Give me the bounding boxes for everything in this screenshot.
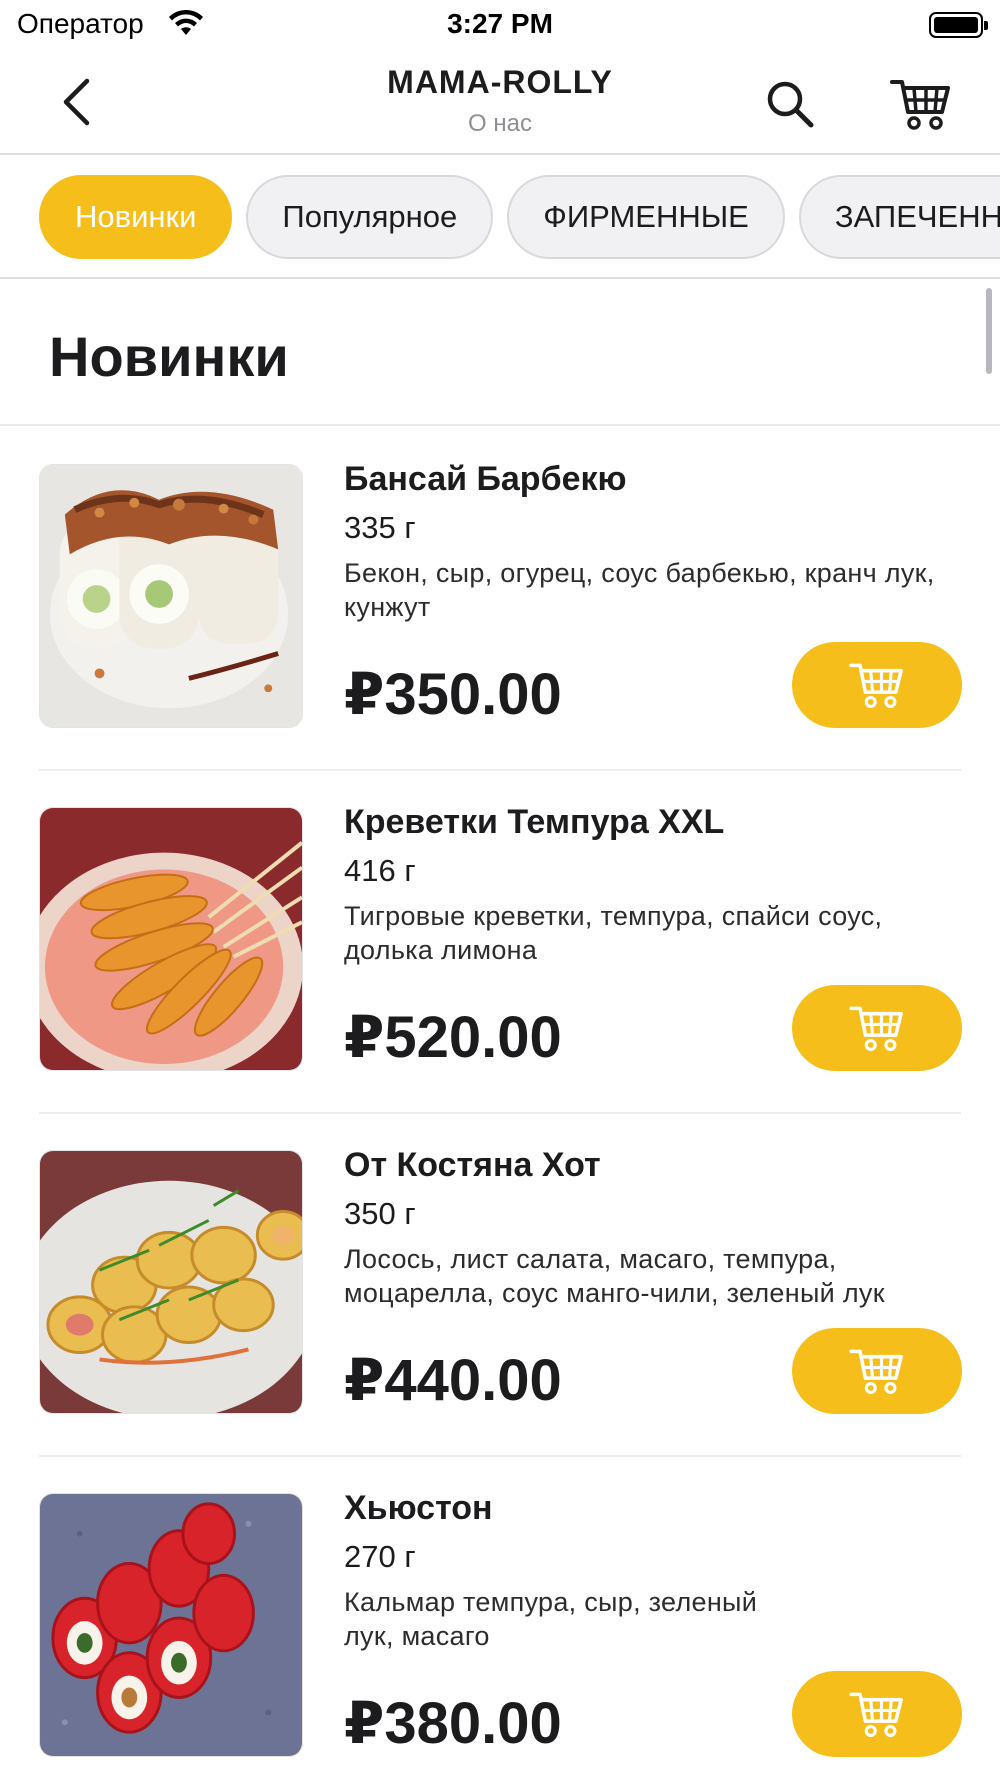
add-to-cart-button[interactable] <box>792 1671 962 1757</box>
add-to-cart-button[interactable] <box>792 1328 962 1414</box>
section-title: Новинки <box>49 325 289 388</box>
product-image[interactable] <box>39 807 303 1071</box>
product-weight: 416 г <box>344 853 416 888</box>
shrimp-photo-icon <box>40 808 302 1070</box>
category-chips: Новинки Популярное ФИРМЕННЫЕ ЗАПЕЧЕННЫЕ <box>39 175 1000 259</box>
category-bar: Новинки Популярное ФИРМЕННЫЕ ЗАПЕЧЕННЫЕ <box>0 157 1000 279</box>
product-card[interactable]: Бансай Барбекю 335 г Бекон, сыр, огурец,… <box>0 428 1000 771</box>
cart-icon <box>849 1349 903 1394</box>
navigation-bar: MAMA-ROLLY О нас <box>0 52 1000 155</box>
hot-roll-photo-icon <box>40 1151 302 1413</box>
about-link[interactable]: О нас <box>0 110 1000 138</box>
product-price: ₽520.00 <box>344 1005 562 1070</box>
cart-icon <box>849 1692 903 1737</box>
product-description: Бекон, сыр, огурец, соус барбекью, кранч… <box>344 558 935 622</box>
cart-icon <box>849 1006 903 1051</box>
product-card[interactable]: От Костяна Хот 350 г Лосось, лист салата… <box>0 1114 1000 1457</box>
product-name: Хьюстон <box>344 1489 493 1527</box>
masago-roll-photo-icon <box>40 1494 302 1756</box>
cart-button[interactable] <box>888 72 954 136</box>
category-chip-baked[interactable]: ЗАПЕЧЕННЫЕ <box>798 175 1000 259</box>
product-card[interactable]: Креветки Темпура XXL 416 г Тигровые крев… <box>0 771 1000 1114</box>
add-to-cart-button[interactable] <box>792 985 962 1071</box>
search-icon <box>767 81 814 128</box>
product-image[interactable] <box>39 464 303 728</box>
product-name: От Костяна Хот <box>344 1146 601 1184</box>
product-name: Креветки Темпура XXL <box>344 803 725 841</box>
product-image[interactable] <box>39 1493 303 1757</box>
section-header: Новинки <box>0 280 1000 426</box>
category-chip-new[interactable]: Новинки <box>39 175 233 259</box>
status-bar: Оператор 3:27 PM <box>0 0 1000 52</box>
scroll-indicator[interactable] <box>986 288 992 374</box>
product-description: Кальмар темпура, сыр, зеленый лук, масаг… <box>344 1587 758 1651</box>
product-card[interactable]: Хьюстон 270 г Кальмар темпура, сыр, зеле… <box>0 1457 1000 1778</box>
product-name: Бансай Барбекю <box>344 460 627 498</box>
cart-icon <box>890 80 950 130</box>
battery-icon <box>929 12 988 38</box>
product-image[interactable] <box>39 1150 303 1414</box>
product-list: Бансай Барбекю 335 г Бекон, сыр, огурец,… <box>0 428 1000 1778</box>
add-to-cart-button[interactable] <box>792 642 962 728</box>
category-chip-popular[interactable]: Популярное <box>246 175 494 259</box>
roll-photo-icon <box>40 465 302 727</box>
product-weight: 270 г <box>344 1539 416 1574</box>
product-description: Тигровые креветки, темпура, спайси соус,… <box>344 901 883 965</box>
search-button[interactable] <box>762 76 818 132</box>
category-chip-signature[interactable]: ФИРМЕННЫЕ <box>507 175 785 259</box>
product-price: ₽380.00 <box>344 1691 562 1756</box>
cart-icon <box>849 663 903 708</box>
clock: 3:27 PM <box>447 8 553 39</box>
product-weight: 335 г <box>344 510 416 545</box>
product-price: ₽350.00 <box>344 662 562 727</box>
product-weight: 350 г <box>344 1196 416 1231</box>
product-description: Лосось, лист салата, масаго, темпура, мо… <box>344 1244 885 1308</box>
product-price: ₽440.00 <box>344 1348 562 1413</box>
app-title: MAMA-ROLLY <box>387 64 613 100</box>
